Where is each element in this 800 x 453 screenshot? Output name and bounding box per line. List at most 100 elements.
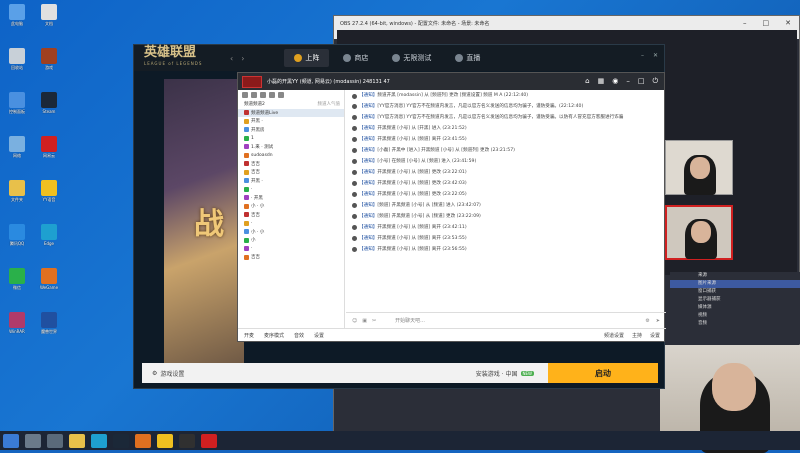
channel-member[interactable]: 吉吉 (238, 253, 344, 262)
channel-member[interactable]: 1.来 · 测试 (238, 143, 344, 152)
channel-member[interactable]: 开黑 · (238, 177, 344, 186)
image-icon[interactable]: ▣ (362, 318, 367, 324)
desktop-icon[interactable]: 微信 (2, 266, 32, 300)
minimize-icon[interactable]: – (743, 19, 747, 27)
desktop-icon-label: 游戏 (45, 65, 53, 70)
desktop-icon-label: 控制面板 (9, 109, 25, 114)
obs-source-item[interactable]: 媒体源 (670, 304, 800, 312)
desktop-icon[interactable]: 游戏 (34, 46, 64, 80)
taskbar-app-icon[interactable] (91, 433, 107, 448)
taskbar-app-icon[interactable] (113, 433, 129, 448)
footer-button[interactable]: 设置 (314, 332, 324, 339)
obs-source-item[interactable]: 图片来源 (670, 280, 800, 288)
taskbar-app-icon[interactable] (3, 433, 19, 448)
channel-member[interactable]: 开黑房 (238, 126, 344, 135)
taskbar-app-icon[interactable] (135, 433, 151, 448)
taskbar-app-icon[interactable] (157, 433, 173, 448)
desktop-icon[interactable]: 网络 (2, 134, 32, 168)
channel-member[interactable]: 1 (238, 134, 344, 143)
app-icon (41, 268, 57, 284)
desktop-icon[interactable]: 文档 (34, 2, 64, 36)
grid-icon[interactable]: ▦ (598, 77, 605, 86)
desktop-icon[interactable]: 网易云 (34, 134, 64, 168)
power-icon[interactable]: ⏻ (652, 77, 658, 86)
desktop-icon[interactable]: Steam (34, 90, 64, 124)
desktop-icon[interactable]: 控制面板 (2, 90, 32, 124)
message-icon (352, 104, 357, 110)
footer-button[interactable]: 主持 (632, 332, 642, 339)
back-icon[interactable]: ‹ (230, 54, 233, 63)
splash-text: 战 (194, 207, 224, 242)
forward-icon[interactable]: › (241, 54, 244, 63)
channel-member[interactable]: 小 · 小 (238, 228, 344, 237)
channel-member[interactable]: sudoasdn (238, 151, 344, 160)
channel-member[interactable]: · (238, 245, 344, 254)
footer-button[interactable]: 频道设置 (604, 332, 624, 339)
home-icon[interactable]: ⌂ (585, 77, 589, 86)
obs-source-item[interactable]: 音频 (670, 320, 800, 328)
obs-source-item[interactable]: 显示器捕获 (670, 296, 800, 304)
channel-member[interactable]: 小 · 小 (238, 202, 344, 211)
desktop-icon[interactable]: 此电脑 (2, 2, 32, 36)
channel-member[interactable]: 吉吉 (238, 168, 344, 177)
channel-member[interactable]: · (238, 219, 344, 228)
obs-source-item[interactable]: 窗口捕获 (670, 288, 800, 296)
channel-member[interactable]: 开黑 · (238, 117, 344, 126)
obs-source-item[interactable]: 视频 (670, 312, 800, 320)
desktop-icon[interactable]: Edge (34, 222, 64, 256)
yy-window[interactable]: 小磊的开黑YY (频道, 网易云) (modassin) 248131 47 ⌂… (237, 72, 666, 342)
send-icon[interactable]: ➤ (656, 318, 660, 324)
lol-tab[interactable]: 商店 (333, 49, 378, 67)
lol-tab[interactable]: 直播 (445, 49, 490, 67)
desktop-icon[interactable]: 文件夹 (2, 178, 32, 212)
emoji-icon[interactable]: ☺ (352, 318, 357, 324)
footer-button[interactable]: 设置 (650, 332, 660, 339)
channel-member[interactable]: · (238, 185, 344, 194)
desktop-icon[interactable]: YY语音 (34, 178, 64, 212)
chat-input[interactable]: 开始聊天吧... (395, 317, 425, 324)
footer-button[interactable]: 开麦 (244, 332, 254, 339)
obs-sources-list[interactable]: 来源 图片来源 窗口捕获 显示器捕获 媒体源 视频 音频 (670, 272, 800, 344)
taskbar-app-icon[interactable] (69, 433, 85, 448)
maximize-icon[interactable]: □ (638, 77, 645, 86)
channel-member[interactable]: 吉吉 (238, 211, 344, 220)
lol-footer: ⚙ 游戏设置 安装游戏 · 中国 NEW 启动 (142, 363, 658, 383)
desktop-icon[interactable]: 腾讯QQ (2, 222, 32, 256)
taskbar-app-icon[interactable] (201, 433, 217, 448)
camera-preview-selected[interactable] (665, 205, 733, 260)
channel-member[interactable]: 频道频道Live (238, 108, 344, 117)
chat-message: 【通知】[YY官方消息] YY官方不在频道内发言，凡是以官方名义发送的信息均为骗… (352, 115, 660, 121)
close-icon[interactable]: ✕ (653, 52, 658, 59)
app-icon (9, 268, 25, 284)
minimize-icon[interactable]: – (626, 77, 630, 86)
footer-button[interactable]: 音效 (294, 332, 304, 339)
game-icon[interactable]: ◉ (612, 77, 618, 86)
maximize-icon[interactable]: □ (763, 19, 770, 27)
footer-button[interactable]: 麦序模式 (264, 332, 284, 339)
start-button[interactable]: 启动 (548, 363, 658, 383)
game-settings-button[interactable]: ⚙ 游戏设置 (142, 369, 184, 378)
scissors-icon[interactable]: ✂ (372, 318, 376, 324)
desktop-icon[interactable]: WeGame (34, 266, 64, 300)
taskbar-app-icon[interactable] (179, 433, 195, 448)
channel-member[interactable]: 小 (238, 236, 344, 245)
launcher-region[interactable]: 安装游戏 · 中国 NEW (476, 369, 534, 378)
taskbar-app-icon[interactable] (47, 433, 63, 448)
lol-tab[interactable]: 无限测试 (382, 49, 441, 67)
minimize-icon[interactable]: – (641, 52, 644, 59)
desktop-icon-label: 此电脑 (11, 21, 23, 26)
channel-member[interactable]: · 开黑 (238, 194, 344, 203)
taskbar-app-icon[interactable] (25, 433, 41, 448)
channel-member[interactable]: 吉吉 (238, 160, 344, 169)
desktop-icon[interactable]: 回收站 (2, 46, 32, 80)
send-settings-icon[interactable]: ⚙ (645, 318, 649, 324)
new-badge: NEW (520, 370, 534, 376)
desktop-icon[interactable]: WinRAR (2, 310, 32, 344)
chat-input-bar[interactable]: ☺ ▣ ✂ 开始聊天吧... ⚙ ➤ (346, 312, 666, 328)
obs-source-item[interactable]: 来源 (670, 272, 800, 280)
channel-tree[interactable]: 频道频道2 频道人气值 频道频道Live 开黑 · 开黑房 1 1.来 · 测试 sudoa… (238, 90, 345, 328)
chat-message: 【通知】开黑频道 [小号] 从 [频道] 离开 (23:53:55) (352, 236, 660, 242)
lol-tab[interactable]: 上阵 (284, 49, 330, 67)
close-icon[interactable]: ✕ (785, 19, 791, 27)
desktop-icon[interactable]: 魔兽世界 (34, 310, 64, 344)
